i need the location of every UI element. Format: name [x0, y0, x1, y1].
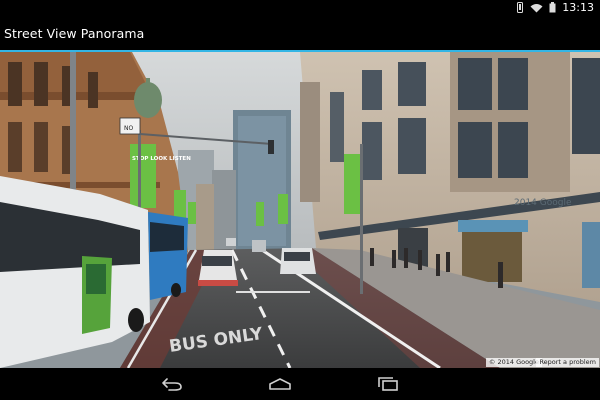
storefront-text: 2014 Google — [514, 198, 572, 208]
copyright-label: © 2014 Google — [485, 358, 542, 367]
home-button[interactable] — [268, 374, 292, 394]
wifi-icon — [530, 3, 543, 12]
street-view-panorama[interactable]: 2014 Google BUS ONLY STOP LOOK LISTEN NO… — [0, 52, 600, 368]
battery-icon — [549, 2, 556, 13]
report-problem-link[interactable]: Report a problem — [536, 358, 599, 367]
navigation-bar — [0, 368, 600, 400]
status-bar: 13:13 — [0, 0, 600, 16]
back-button[interactable] — [160, 374, 184, 394]
street-sign: NO — [124, 125, 133, 132]
clock: 13:13 — [562, 1, 594, 14]
status-icons: 13:13 — [516, 1, 594, 14]
recent-apps-button[interactable] — [376, 374, 400, 394]
app-title: Street View Panorama — [4, 26, 145, 41]
vibrate-icon — [517, 2, 524, 13]
back-icon — [162, 378, 182, 391]
panorama-scene[interactable]: 2014 Google BUS ONLY STOP LOOK LISTEN NO — [0, 52, 600, 368]
home-icon — [269, 378, 291, 390]
action-bar: Street View Panorama — [0, 16, 600, 52]
recent-apps-icon — [378, 377, 398, 391]
